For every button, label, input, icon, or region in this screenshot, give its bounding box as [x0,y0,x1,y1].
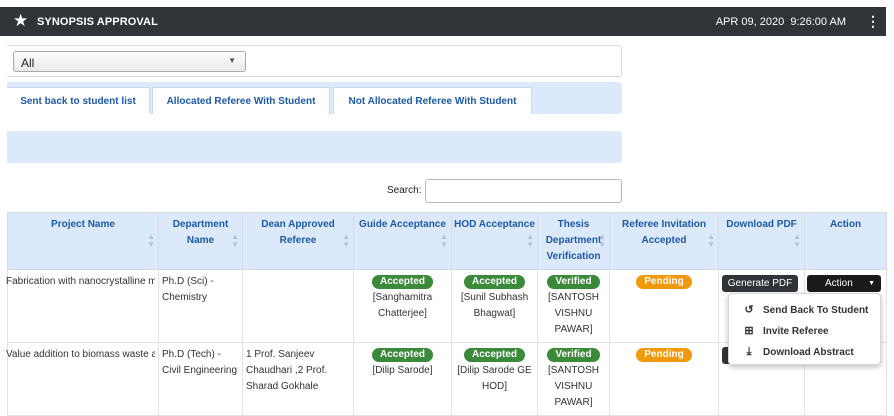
department-cell: Ph.D (Sci) - Chemistry [158,269,243,343]
tab-sent-back[interactable]: Sent back to student list [7,87,150,114]
referee-cell: 1 Prof. Sanjeev Chaudhari ,2 Prof. Shara… [242,342,354,416]
column-header-invitation[interactable]: Referee Invitation Accepted ▲ ▼ [609,212,719,270]
column-header-download[interactable]: Download PDF ▲ ▼ [718,212,805,270]
status-badge: Verified [547,348,600,362]
status-badge: Verified [547,275,600,289]
search-input[interactable] [425,179,622,203]
undo-icon: ↺ [744,304,754,316]
menu-item-send-back[interactable]: ↺ Send Back To Student [743,302,868,318]
action-menu: ↺ Send Back To Student ⊞ Invite Referee ⤓ D… [728,293,881,365]
thesis-cell: Verified [SANTOSH VISHNU PAWAR] [537,269,610,343]
status-filter-value: All [21,56,35,70]
column-header-guide[interactable]: Guide Acceptance ▲ ▼ [353,212,452,270]
thesis-cell: Verified [SANTOSH VISHNU PAWAR] [537,342,610,416]
chevron-down-icon: ▼ [228,56,236,65]
department-cell: Ph.D (Tech) - Civil Engineering [158,342,243,416]
kebab-menu-icon[interactable]: ⋮ [866,14,880,28]
column-header-thesis[interactable]: Thesis Department Verification ▲ ▼ [537,212,610,270]
status-badge: Accepted [463,348,525,362]
caret-down-icon: ▼ [868,280,875,287]
project-cell: Fabrication with nanocrystalline materia… [6,269,159,343]
referee-cell [242,269,354,343]
status-badge: Accepted [371,348,433,362]
table-header-row: Project Name ▲ ▼ Department Name ▲ ▼ Dean Ap… [7,212,887,270]
filter-panel: All ▼ [7,45,622,77]
column-header-referee[interactable]: Dean Approved Referee ▲ ▼ [242,212,354,270]
tab-allocated-referee[interactable]: Allocated Referee With Student [152,87,330,114]
sort-icon: ▲ ▼ [707,232,715,249]
sort-icon: ▲ ▼ [598,232,606,249]
download-icon: ⤓ [746,346,752,358]
generate-pdf-button[interactable]: Generate PDF [722,275,798,292]
invitation-cell: Pending [609,269,719,343]
hod-cell: Accepted [Dilip Sarode GE HOD] [451,342,538,416]
sort-icon: ▲ ▼ [342,232,350,249]
menu-item-download-abstract[interactable]: ⤓ Download Abstract [743,344,854,360]
action-dropdown-button[interactable]: Action ▼ [807,275,881,292]
invitation-cell: Pending [609,342,719,416]
page-header: ★ SYNOPSIS APPROVAL APR 09, 2020 9:26:00… [0,7,886,36]
star-icon: ★ [13,11,29,30]
hod-cell: Accepted [Sunil Subhash Bhagwat] [451,269,538,343]
sort-icon: ▲ ▼ [526,232,534,249]
guide-cell: Accepted [Dilip Sarode] [353,342,452,416]
sort-icon: ▲ ▼ [793,232,801,249]
status-filter-select[interactable]: All ▼ [13,51,246,72]
status-badge: Accepted [371,275,433,289]
tab-not-allocated-referee[interactable]: Not Allocated Referee With Student [333,87,532,114]
plus-square-icon: ⊞ [744,325,754,337]
menu-item-invite-referee[interactable]: ⊞ Invite Referee [743,323,828,339]
sort-icon: ▲ ▼ [231,232,239,249]
column-header-hod[interactable]: HOD Acceptance ▲ ▼ [451,212,538,270]
project-cell: Value addition to biomass waste as alter… [6,342,159,416]
header-date: APR 09, 2020 9:26:00 AM [715,16,846,28]
content-band [7,131,622,163]
sort-icon: ▲ ▼ [440,232,448,249]
page-title: SYNOPSIS APPROVAL [37,16,158,28]
column-header-department[interactable]: Department Name ▲ ▼ [158,212,243,270]
search-label: Search: [387,185,422,196]
sort-icon: ▲ ▼ [147,232,155,249]
guide-cell: Accepted [Sanghamitra Chatterjee] [353,269,452,343]
tab-bar: Sent back to student list Allocated Refe… [7,82,622,114]
status-badge: Pending [636,348,692,362]
status-badge: Accepted [463,275,525,289]
column-header-action: Action [804,212,887,270]
column-header-project[interactable]: Project Name ▲ ▼ [7,212,159,270]
status-badge: Pending [636,275,692,289]
